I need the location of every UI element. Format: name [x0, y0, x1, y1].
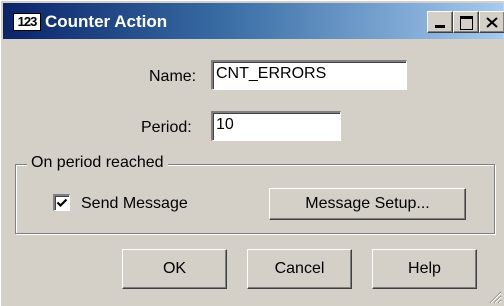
name-field[interactable]: CNT_ERRORS: [211, 60, 407, 90]
name-label: Name:: [149, 68, 197, 85]
checkmark-icon: [56, 198, 68, 208]
resize-grip-icon[interactable]: [488, 290, 502, 304]
send-message-checkbox[interactable]: [53, 194, 70, 211]
period-field[interactable]: 10: [211, 111, 341, 141]
group-title: On period reached: [27, 153, 168, 173]
close-icon: [486, 17, 498, 28]
window-title: Counter Action: [45, 12, 168, 31]
counter-action-dialog: 123 Counter Action Name: CNT_ERRORS Peri…: [0, 0, 504, 306]
counter-app-icon: 123: [13, 13, 41, 31]
send-message-label[interactable]: Send Message: [81, 194, 188, 214]
title-bar[interactable]: 123 Counter Action: [3, 3, 504, 39]
minimize-button[interactable]: [427, 11, 453, 33]
cancel-button[interactable]: Cancel: [247, 249, 352, 289]
help-button[interactable]: Help: [372, 249, 477, 289]
ok-button[interactable]: OK: [122, 249, 227, 289]
message-setup-button[interactable]: Message Setup...: [269, 188, 466, 220]
close-button[interactable]: [479, 11, 504, 33]
period-label: Period:: [141, 119, 192, 136]
maximize-button[interactable]: [453, 11, 479, 33]
